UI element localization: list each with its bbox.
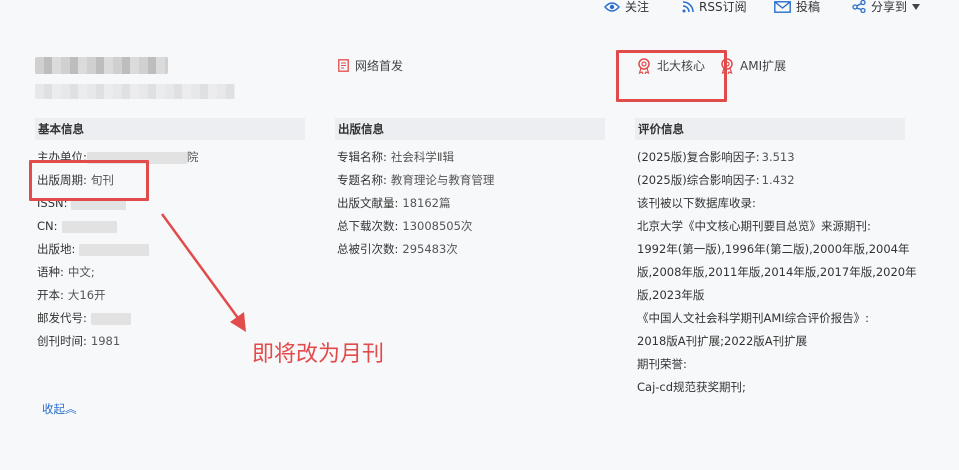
series-row: 专辑名称: 社会科学Ⅱ辑 [335,146,605,169]
eye-icon [604,1,620,12]
comprehensive-if-row: (2025版)综合影响因子: 1.432 [635,169,905,192]
downloads-row: 总下载次数: 13008505次 [335,215,605,238]
composite-if-row: (2025版)复合影响因子: 3.513 [635,146,905,169]
citations-value: 295483次 [402,242,458,256]
publication-info-section: 出版信息 专辑名称: 社会科学Ⅱ辑 专题名称: 教育理论与教育管理 出版文献量: 18… [335,118,605,261]
postal-row: 邮发代号: [35,307,305,330]
sponsor-tail: 院 [186,150,199,164]
basic-info-title: 基本信息 [35,118,305,140]
postal-label: 邮发代号: [37,311,87,325]
honor-label: 期刊荣誉: [637,357,687,371]
series-label: 专辑名称: [337,150,387,164]
network-first-label: 网络首发 [355,59,404,73]
ami-years-line: 2018版A刊扩展;2022版A刊扩展 [637,334,808,348]
topic-label: 专题名称: [337,173,387,187]
follow-button[interactable]: 关注 [604,0,649,15]
network-first-tag: 网络首发 [338,57,403,74]
mail-icon [774,0,791,13]
downloads-value: 13008505次 [402,219,473,233]
contribute-button[interactable]: 投稿 [774,0,820,15]
pku-years-line-2: 版,2008年版,2011年版,2014年版,2017年版,2020年 [637,265,917,279]
comprehensive-if-value: 1.432 [761,173,795,187]
comprehensive-if-label: (2025版)综合影响因子: [637,173,760,187]
pku-core-highlight-box [616,50,727,102]
rss-button[interactable]: RSS订阅 [682,0,747,15]
composite-if-value: 3.513 [761,150,795,164]
citations-row: 总被引次数: 295483次 [335,238,605,261]
caret-down-icon [912,3,921,10]
pku-years-line-1: 1992年(第一版),1996年(第二版),2000年版,2004年 [637,242,910,256]
docs-label: 出版文献量: [337,196,399,210]
cn-row: CN: [35,215,305,238]
founded-label: 创刊时间: [37,334,87,348]
double-chevron-up-icon: ︽ [65,402,77,416]
share-button[interactable]: 分享到 [852,0,921,15]
language-row: 语种: 中文; [35,261,305,284]
basic-info-section: 基本信息 主办单位: 院 出版周期: 旬刊 ISSN: CN: 出版地: 语种: 中文… [35,118,305,353]
format-label: 开本: [37,288,64,302]
share-icon [852,0,866,13]
pku-source-line: 北京大学《中文核心期刊要目总览》来源期刊: [637,219,871,233]
language-value: 中文; [67,265,95,279]
cn-redacted [61,220,117,233]
founded-value: 1981 [90,334,121,348]
format-row: 开本: 大16开 [35,284,305,307]
share-label: 分享到 [871,0,908,14]
collapse-link[interactable]: 收起︽ [42,401,77,417]
journal-name-redacted [35,57,168,74]
rss-label: RSS订阅 [699,0,747,14]
docs-value: 18162篇 [402,196,451,210]
pku-years-line-3: 版,2023年版 [637,288,705,302]
journal-subtitle-redacted [35,84,235,99]
honor-value: Caj-cd规范获奖期刊; [637,380,746,394]
top-action-bar: 关注 RSS订阅 投稿 分享到 [600,0,959,16]
place-redacted [79,243,150,256]
db-intro: 该刊被以下数据库收录: [637,196,756,210]
composite-if-label: (2025版)复合影响因子: [637,150,760,164]
publication-cycle-highlight-box [29,160,149,201]
collapse-label: 收起 [42,402,65,416]
ami-extension-tag: AMI扩展 [720,57,786,74]
docs-row: 出版文献量: 18162篇 [335,192,605,215]
ami-report-line: 《中国人文社会科学期刊AMI综合评价报告》: [637,311,870,325]
series-value: 社会科学Ⅱ辑 [390,150,455,164]
place-row: 出版地: [35,238,305,261]
language-label: 语种: [37,265,64,279]
citations-label: 总被引次数: [337,242,399,256]
downloads-label: 总下载次数: [337,219,399,233]
evaluation-info-section: 评价信息 (2025版)复合影响因子: 3.513 (2025版)综合影响因子: 1… [635,118,917,399]
ami-extension-label: AMI扩展 [740,59,787,73]
annotation-text: 即将改为月刊 [252,342,385,367]
publication-info-title: 出版信息 [335,118,605,140]
topic-value: 教育理论与教育管理 [390,173,495,187]
topic-row: 专题名称: 教育理论与教育管理 [335,169,605,192]
contribute-label: 投稿 [796,0,821,14]
evaluation-info-title: 评价信息 [635,118,905,140]
cn-label: CN: [37,219,58,233]
rss-icon [682,0,694,12]
postal-redacted [90,312,131,325]
document-icon [338,59,349,72]
place-label: 出版地: [37,242,76,256]
format-value: 大16开 [67,288,106,302]
follow-label: 关注 [625,0,650,14]
